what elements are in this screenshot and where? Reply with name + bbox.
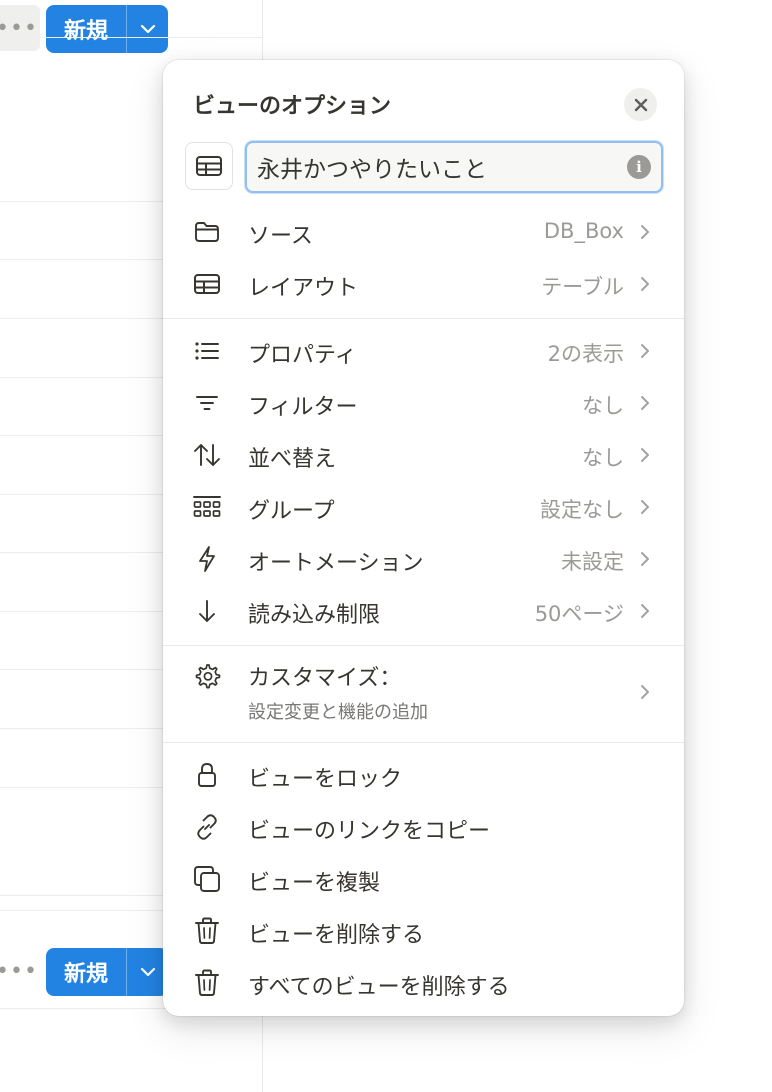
gear-icon <box>193 662 221 690</box>
menu-item-value: なし <box>582 446 624 470</box>
menu-item-value: なし <box>582 394 624 418</box>
menu-item-label: ビューのリンクをコピー <box>248 819 491 844</box>
chevron-right-icon <box>638 222 652 242</box>
menu-item-value: DB_Box <box>543 219 624 243</box>
menu-item-value: 50ページ <box>534 602 624 626</box>
new-dropdown-button[interactable] <box>127 5 168 53</box>
chevron-right-icon <box>638 274 652 294</box>
new-button[interactable]: 新規 <box>46 5 126 53</box>
chevron-right-icon <box>638 497 652 517</box>
close-icon <box>634 98 647 111</box>
menu-item-label: フィルター <box>248 395 358 420</box>
menu-item-label: ビューをロック <box>248 767 403 792</box>
info-icon[interactable]: i <box>627 155 651 179</box>
section-divider <box>163 742 684 743</box>
menu-item-value: 2の表示 <box>547 342 624 366</box>
chevron-right-icon <box>638 393 652 413</box>
menu-item-label: すべてのビューを削除する <box>248 975 510 1000</box>
folder-icon <box>193 218 221 246</box>
chevron-right-icon <box>638 682 652 702</box>
trash-icon <box>193 969 221 997</box>
table-icon <box>196 156 222 176</box>
group-icon <box>193 493 221 521</box>
menu-item-label: ビューを複製 <box>248 871 381 896</box>
view-name-field: i <box>245 141 663 193</box>
new-dropdown-button[interactable] <box>127 948 168 996</box>
menu-item-value: 未設定 <box>561 550 624 574</box>
menu-item-sort[interactable]: 並べ替え なし <box>163 430 684 480</box>
section-divider <box>163 645 684 646</box>
sort-icon <box>193 441 221 469</box>
menu-item-label: プロパティ <box>248 343 357 368</box>
more-options-button[interactable]: ••• <box>0 948 40 994</box>
menu-item-group[interactable]: グループ 設定なし <box>163 482 684 532</box>
more-dots-icon: ••• <box>0 958 38 984</box>
menu-item-delete-view[interactable]: ビューを削除する <box>163 906 684 956</box>
chevron-right-icon <box>638 445 652 465</box>
table-row-line <box>0 37 262 38</box>
top-toolbar: ••• 新規 <box>0 4 262 56</box>
menu-item-label: 読み込み制限 <box>248 603 381 628</box>
new-button-group: 新規 <box>46 5 168 53</box>
lock-icon <box>193 761 221 789</box>
trash-icon <box>193 917 221 945</box>
table-icon <box>193 270 221 298</box>
new-button[interactable]: 新規 <box>46 948 126 996</box>
link-icon <box>193 813 221 841</box>
menu-item-copy-link[interactable]: ビューのリンクをコピー <box>163 802 684 852</box>
view-icon-button[interactable] <box>185 142 233 190</box>
menu-item-load-limit[interactable]: 読み込み制限 50ページ <box>163 586 684 636</box>
duplicate-icon <box>193 865 221 893</box>
close-button[interactable] <box>624 88 657 121</box>
menu-item-label: カスタマイズ： <box>248 666 402 691</box>
chevron-right-icon <box>638 341 652 361</box>
menu-item-lock-view[interactable]: ビューをロック <box>163 750 684 800</box>
menu-item-label: ソース <box>248 224 313 249</box>
menu-item-label: グループ <box>248 499 335 524</box>
chevron-right-icon <box>638 601 652 621</box>
menu-item-delete-all-views[interactable]: すべてのビューを削除する <box>163 958 684 1008</box>
menu-item-description: 設定変更と機能の追加 <box>248 702 428 723</box>
menu-item-label: オートメーション <box>248 551 424 576</box>
section-divider <box>163 318 684 319</box>
view-options-popup: ビューのオプション i ソース DB_Box レイアウト テーブル <box>163 60 684 1016</box>
filter-icon <box>193 389 221 417</box>
list-icon <box>193 337 221 365</box>
chevron-right-icon <box>638 549 652 569</box>
menu-item-properties[interactable]: プロパティ 2の表示 <box>163 326 684 376</box>
menu-item-filter[interactable]: フィルター なし <box>163 378 684 428</box>
chevron-down-icon <box>140 24 155 34</box>
arrow-down-icon <box>193 597 221 625</box>
lightning-icon <box>193 545 221 573</box>
menu-item-label: レイアウト <box>248 276 359 301</box>
menu-item-layout[interactable]: レイアウト テーブル <box>163 259 684 309</box>
view-name-input[interactable] <box>257 143 617 191</box>
menu-item-customize[interactable]: カスタマイズ： 設定変更と機能の追加 <box>163 656 684 726</box>
chevron-down-icon <box>140 967 155 977</box>
more-options-button[interactable]: ••• <box>0 5 40 51</box>
menu-item-automation[interactable]: オートメーション 未設定 <box>163 534 684 584</box>
view-name-row: i <box>185 141 663 194</box>
menu-item-value: テーブル <box>541 275 624 299</box>
menu-item-label: 並べ替え <box>248 447 337 472</box>
popup-title: ビューのオプション <box>193 94 392 119</box>
menu-item-label: ビューを削除する <box>248 923 425 948</box>
menu-item-value: 設定なし <box>540 498 624 522</box>
menu-item-source[interactable]: ソース DB_Box <box>163 207 684 257</box>
new-button-group: 新規 <box>46 948 168 996</box>
menu-item-duplicate-view[interactable]: ビューを複製 <box>163 854 684 904</box>
